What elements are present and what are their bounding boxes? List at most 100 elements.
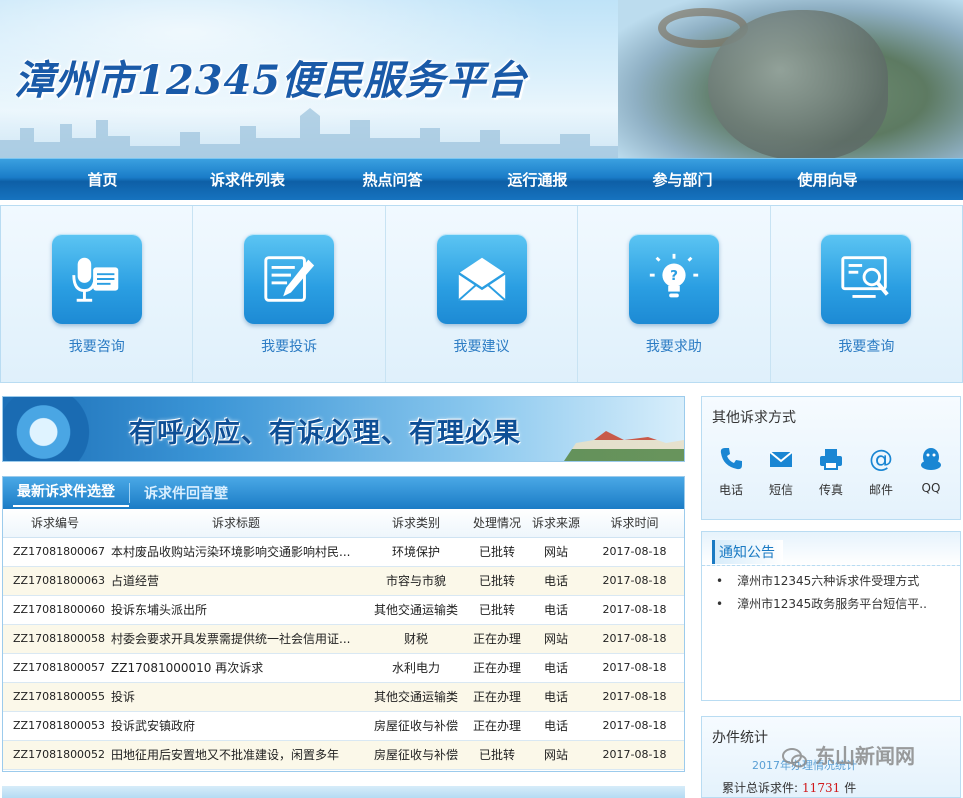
nav-operation-report[interactable]: 运行通报 [465,159,610,200]
complaints-table: 诉求编号 诉求标题 诉求类别 处理情况 诉求来源 诉求时间 ZZ17081800… [3,509,684,770]
cell-id: ZZ17081800067 [3,537,107,567]
cell-category: 房屋征收与补偿 [365,740,467,770]
contact-label: 短信 [768,483,793,497]
service-label: 我要建议 [453,339,510,355]
notice-box: 通知公告 漳州市12345六种诉求件受理方式 漳州市12345政务服务平台短信平… [701,531,961,701]
contact-title: 其他诉求方式 [712,410,796,426]
cell-category: 环境保护 [365,537,467,567]
nav-hot-qa[interactable]: 热点问答 [320,159,465,200]
phone-icon [706,443,756,475]
cell-source: 电话 [527,711,585,741]
cell-time: 2017-08-18 [585,682,684,712]
contact-qq[interactable]: QQ [906,443,956,498]
cell-status: 正在办理 [467,653,527,683]
cell-status: 正在办理 [467,624,527,654]
service-label: 我要查询 [838,339,895,355]
service-label: 我要咨询 [68,339,125,355]
cell-id: ZZ17081800057 [3,653,107,683]
table-row[interactable]: ZZ17081800053 投诉武安镇政府 房屋征收与补偿 正在办理 电话 20… [3,711,684,741]
cell-source: 网站 [527,624,585,654]
cell-status: 已批转 [467,595,527,625]
cell-id: ZZ17081800063 [3,566,107,596]
contact-label: 邮件 [868,483,893,497]
service-suggest[interactable]: 我要建议 [386,206,579,382]
eye-graphic [3,397,93,461]
cell-status: 已批转 [467,740,527,770]
table-row[interactable]: ZZ17081800067 本村废品收购站污染环境影响交通影响村民... 环境保… [3,537,684,567]
microphone-document-icon [51,234,142,324]
service-query[interactable]: 我要查询 [771,206,962,382]
cell-title-link[interactable]: 田地征用后安置地又不批准建设，闲置多年 [107,740,365,770]
table-row[interactable]: ZZ17081800052 田地征用后安置地又不批准建设，闲置多年 房屋征收与补… [3,740,684,770]
cell-category: 市容与市貌 [365,566,467,596]
table-row[interactable]: ZZ17081800055 投诉 其他交通运输类 正在办理 电话 2017-08… [3,682,684,712]
cell-status: 正在办理 [467,682,527,712]
at-sign-icon: @ [869,445,893,473]
monitor-search-icon [821,234,912,324]
cell-title-link[interactable]: 本村废品收购站污染环境影响交通影响村民... [107,537,365,567]
cell-title-link[interactable]: 投诉武安镇政府 [107,711,365,741]
banner-scenery [618,0,963,158]
pen-notepad-icon [244,234,335,324]
header-banner: 漳州市12345便民服务平台 [0,0,963,158]
nav-home[interactable]: 首页 [30,159,175,200]
contact-email[interactable]: @ 邮件 [856,443,906,498]
cell-source: 电话 [527,595,585,625]
tab-latest-complaints[interactable]: 最新诉求件选登 [13,479,129,507]
service-consult[interactable]: 我要咨询 [1,206,194,382]
contact-methods-box: 其他诉求方式 电话 短信 传真 @ 邮件 QQ [701,396,961,520]
nav-departments[interactable]: 参与部门 [610,159,755,200]
contact-label: 电话 [718,483,743,497]
stats-total-value: 11731 [802,781,841,795]
cell-status: 正在办理 [467,711,527,741]
lightbulb-question-icon: ? [628,234,719,324]
nav-complaint-list[interactable]: 诉求件列表 [175,159,320,200]
wechat-logo-icon [782,747,807,767]
contact-phone[interactable]: 电话 [706,443,756,498]
watermark: 东山新闻网 [782,740,915,771]
service-help[interactable]: ? 我要求助 [578,206,771,382]
service-complain[interactable]: 我要投诉 [193,206,386,382]
carved-rock [708,10,888,158]
contact-label: QQ [921,481,941,495]
col-source: 诉求来源 [527,509,585,538]
list-item[interactable]: 漳州市12345六种诉求件受理方式 [716,570,946,593]
cell-title-link[interactable]: 占道经营 [107,566,365,596]
complaints-tabs: 最新诉求件选登 诉求件回音壁 [3,477,684,509]
cell-category: 水利电力 [365,653,467,683]
cell-title-link[interactable]: 投诉 [107,682,365,712]
watermark-text: 东山新闻网 [814,744,915,768]
cell-title-link[interactable]: ZZ17081000010 再次诉求 [107,653,365,683]
slogan-text: 有呼必应、有诉必理、有理必果 [129,418,521,449]
fax-icon [806,443,856,475]
notice-header: 通知公告 [702,532,960,566]
cell-source: 电话 [527,682,585,712]
cell-time: 2017-08-18 [585,595,684,625]
notice-list: 漳州市12345六种诉求件受理方式 漳州市12345政务服务平台短信平.. [702,566,960,616]
complaints-panel: 最新诉求件选登 诉求件回音壁 诉求编号 诉求标题 诉求类别 处理情况 诉求来源 … [2,476,685,772]
table-row[interactable]: ZZ17081800057 ZZ17081000010 再次诉求 水利电力 正在… [3,653,684,683]
cell-title-link[interactable]: 村委会要求开具发票需提供统一社会信用证... [107,624,365,654]
cell-time: 2017-08-18 [585,537,684,567]
cell-title-link[interactable]: 投诉东埔头派出所 [107,595,365,625]
contact-sms[interactable]: 短信 [756,443,806,498]
notice-title: 通知公告 [712,540,783,564]
nav-user-guide[interactable]: 使用向导 [755,159,900,200]
table-row[interactable]: ZZ17081800060 投诉东埔头派出所 其他交通运输类 已批转 电话 20… [3,595,684,625]
stats-total-unit: 件 [844,781,857,795]
list-item[interactable]: 漳州市12345政务服务平台短信平.. [716,593,946,616]
service-label: 我要投诉 [261,339,318,355]
col-time: 诉求时间 [585,509,684,538]
table-row[interactable]: ZZ17081800058 村委会要求开具发票需提供统一社会信用证... 财税 … [3,624,684,654]
cell-source: 电话 [527,566,585,596]
contact-fax[interactable]: 传真 [806,443,856,498]
tab-echo-wall[interactable]: 诉求件回音壁 [129,483,242,503]
cell-id: ZZ17081800060 [3,595,107,625]
cell-time: 2017-08-18 [585,624,684,654]
cell-id: ZZ17081800053 [3,711,107,741]
table-row[interactable]: ZZ17081800063 占道经营 市容与市貌 已批转 电话 2017-08-… [3,566,684,596]
envelope-icon [756,443,806,475]
stats-total-label: 累计总诉求件: [722,781,799,795]
cell-time: 2017-08-18 [585,653,684,683]
cell-status: 已批转 [467,566,527,596]
